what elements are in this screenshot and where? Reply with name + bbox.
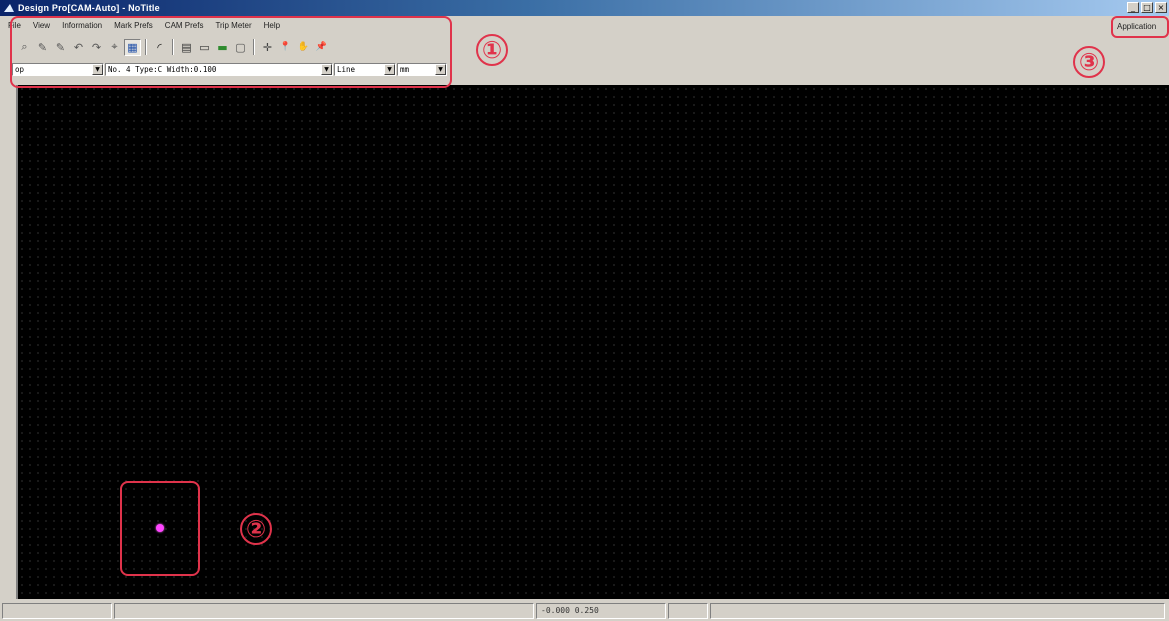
- close-button[interactable]: ×: [1155, 2, 1167, 13]
- status-coordinates: -0.000 0.250: [536, 603, 666, 619]
- title-bar: Design Pro[CAM-Auto] - NoTitle _ □ ×: [0, 0, 1169, 16]
- status-cell-message: [2, 603, 112, 619]
- minimize-button[interactable]: _: [1127, 2, 1139, 13]
- maximize-button[interactable]: □: [1141, 2, 1153, 13]
- annotation-box-toolbar: [10, 16, 452, 88]
- app-icon: [3, 2, 15, 14]
- window-controls: _ □ ×: [1127, 2, 1167, 13]
- annotation-number-1: ①: [476, 34, 508, 66]
- status-cell-right: [710, 603, 1165, 619]
- status-bar: -0.000 0.250: [0, 601, 1169, 621]
- annotation-number-2: ②: [240, 513, 272, 545]
- annotation-box-origin: [120, 481, 200, 576]
- annotation-box-application: [1111, 16, 1169, 38]
- status-cell-info: [114, 603, 534, 619]
- window-title: Design Pro[CAM-Auto] - NoTitle: [18, 3, 160, 13]
- status-cell-extra: [668, 603, 708, 619]
- annotation-number-3: ③: [1073, 46, 1105, 78]
